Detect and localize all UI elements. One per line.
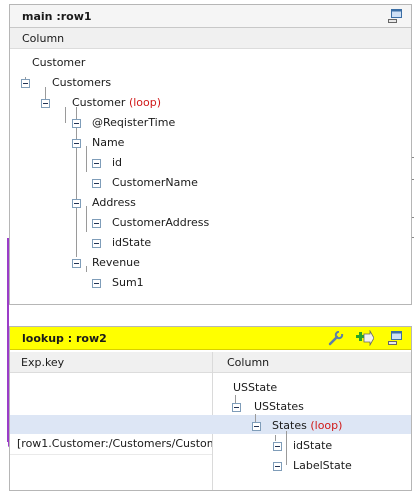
collapse-icon[interactable] [273, 462, 282, 471]
minimize-icon[interactable] [388, 331, 402, 348]
collapse-icon[interactable] [273, 442, 282, 451]
node-label: @ReqisterTime [92, 116, 176, 129]
main-column-header-label: Column [22, 32, 65, 45]
node-label: LabelState [293, 459, 352, 472]
tree-guide [86, 146, 87, 172]
node-label: USStates [254, 400, 304, 413]
tree-node-customer-address[interactable]: CustomerAddress [112, 216, 209, 230]
node-label: Customer [72, 96, 126, 109]
tree-guide [255, 414, 256, 422]
collapse-icon[interactable] [92, 179, 101, 188]
node-label: CustomerName [112, 176, 198, 189]
tree-node-register-time[interactable]: @ReqisterTime [92, 116, 175, 130]
tree-node-idstate[interactable]: idState [293, 439, 332, 453]
add-join-icon[interactable] [356, 329, 375, 349]
tree-node-usstate-root[interactable]: USState [233, 381, 277, 395]
expression-row-line [10, 454, 212, 455]
collapse-icon[interactable] [232, 403, 241, 412]
expression-cell[interactable]: [row1.Customer:/Customers/Custom [10, 434, 212, 455]
tree-node-usstates[interactable]: USStates [254, 400, 304, 414]
tree-node-customer-name[interactable]: CustomerName [112, 176, 198, 190]
tree-guide [86, 266, 87, 272]
tree-guide [86, 206, 87, 232]
tree-guide [235, 395, 236, 403]
collapse-icon[interactable] [252, 422, 261, 431]
tree-node-states-loop[interactable]: States (loop) [272, 419, 342, 433]
tree-node-id[interactable]: id [112, 156, 122, 170]
collapse-icon[interactable] [92, 239, 101, 248]
main-panel-titlebar: main :row1 [10, 5, 411, 28]
column-header-label: Column [227, 356, 270, 369]
node-label: Sum1 [112, 276, 144, 289]
node-label: USState [233, 381, 278, 394]
collapse-icon[interactable] [72, 259, 81, 268]
loop-badge: (loop) [128, 96, 162, 109]
selected-row [10, 415, 411, 434]
lookup-column-header: Column [213, 352, 411, 373]
tree-guide [76, 107, 77, 257]
node-label: Customers [52, 76, 112, 89]
node-label: Revenue [92, 256, 140, 269]
node-label: CustomerAddress [112, 216, 210, 229]
tree-guide [286, 431, 287, 465]
tree-node-id-state[interactable]: idState [112, 236, 151, 250]
tree-node-customer-root[interactable]: Customer [32, 56, 85, 70]
tree-node-customer-loop[interactable]: Customer (loop) [72, 96, 161, 110]
tree-node-sum1[interactable]: Sum1 [112, 276, 144, 290]
tree-node-customers[interactable]: Customers [52, 76, 111, 90]
collapse-icon[interactable] [72, 119, 81, 128]
main-column-header: Column [10, 28, 411, 49]
collapse-icon[interactable] [92, 159, 101, 168]
tree-node-labelstate[interactable]: LabelState [293, 459, 352, 473]
lookup-panel-titlebar: lookup : row2 [10, 327, 411, 350]
node-label: Name [92, 136, 125, 149]
lookup-input-panel: lookup : row2 Exp.key Column [row1.Custo… [9, 326, 412, 491]
expkey-header-label: Exp.key [21, 356, 65, 369]
loop-badge: (loop) [310, 419, 343, 432]
tree-node-address[interactable]: Address [92, 196, 136, 210]
expression-text: [row1.Customer:/Customers/Custom [17, 437, 212, 450]
node-label: id [112, 156, 123, 169]
node-label: States [272, 419, 307, 432]
tree-guide [65, 107, 66, 123]
collapse-icon[interactable] [92, 279, 101, 288]
main-input-panel: main :row1 Column Customer Customers Cus… [9, 4, 412, 305]
collapse-icon[interactable] [41, 99, 50, 108]
node-label: idState [293, 439, 333, 452]
tree-node-name[interactable]: Name [92, 136, 124, 150]
node-label: idState [112, 236, 152, 249]
main-panel-title: main :row1 [22, 10, 92, 23]
tree-guide [275, 435, 276, 441]
collapse-icon[interactable] [21, 79, 30, 88]
collapse-icon[interactable] [72, 199, 81, 208]
lookup-expkey-header: Exp.key [10, 352, 212, 373]
minimize-icon[interactable] [388, 9, 402, 26]
collapse-icon[interactable] [72, 139, 81, 148]
wrench-icon[interactable] [328, 330, 344, 349]
node-label: Address [92, 196, 136, 209]
collapse-icon[interactable] [92, 219, 101, 228]
lookup-panel-title: lookup : row2 [22, 332, 107, 345]
node-label: Customer [32, 56, 86, 69]
tree-node-revenue[interactable]: Revenue [92, 256, 140, 270]
